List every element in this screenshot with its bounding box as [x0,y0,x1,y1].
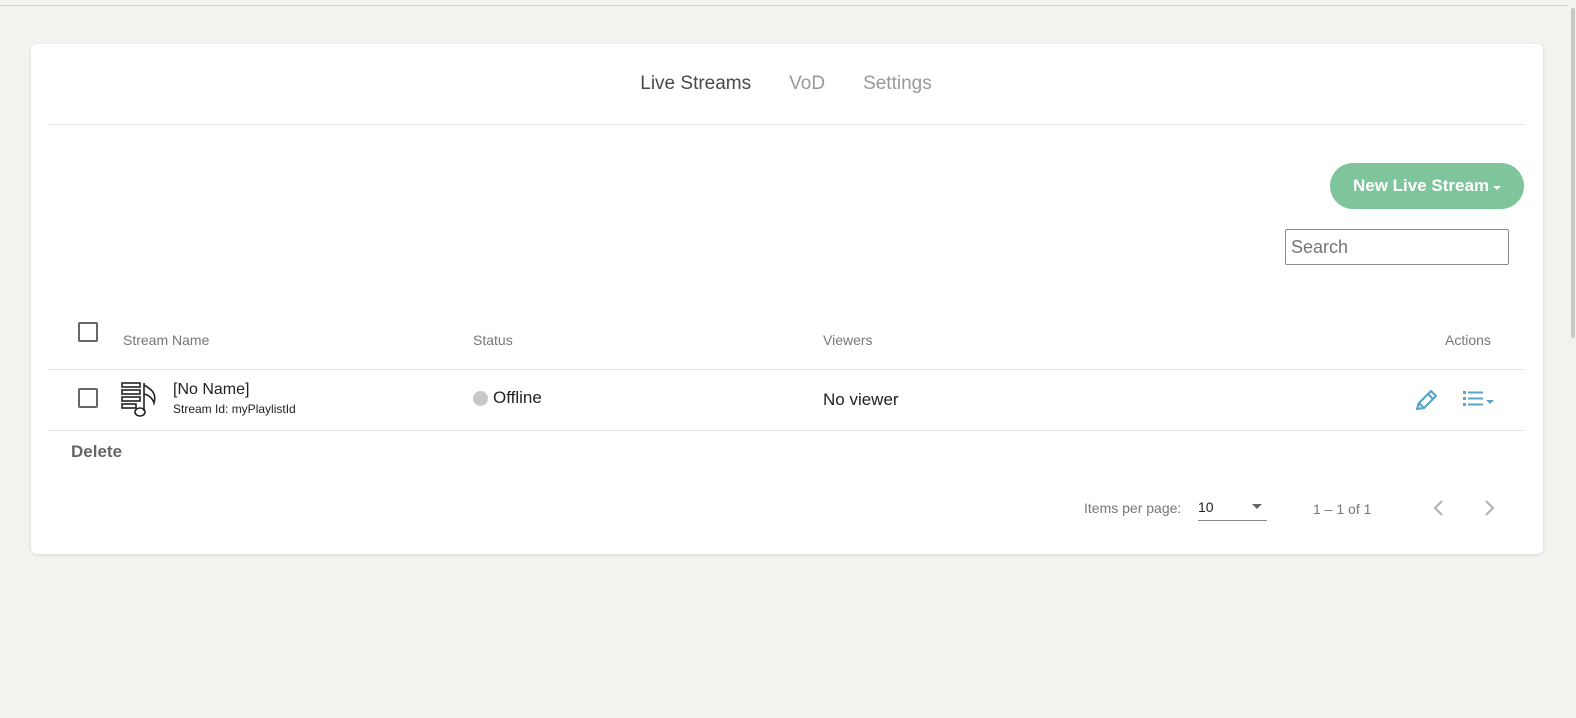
delete-button[interactable]: Delete [71,442,122,462]
tab-bar: Live Streams VoD Settings [48,44,1524,125]
actions-menu-icon[interactable] [1461,389,1495,418]
edit-pencil-icon[interactable] [1412,387,1440,420]
header-status[interactable]: Status [473,332,513,348]
header-actions: Actions [1445,332,1491,348]
items-per-page-label: Items per page: [1084,500,1182,516]
table-row: [No Name] Stream Id: myPlaylistId Offlin… [48,370,1524,431]
items-per-page-value: 10 [1198,499,1214,515]
page-range-label: 1 – 1 of 1 [1313,501,1372,517]
header-stream-name[interactable]: Stream Name [123,332,209,348]
tab-vod[interactable]: VoD [770,73,844,95]
status-cell: Offline [473,388,542,408]
items-per-page-select[interactable]: 10 [1198,496,1267,521]
scrollbar[interactable] [1568,0,1576,718]
table-header: Stream Name Status Viewers Actions [48,306,1524,370]
status-text: Offline [493,388,542,407]
streams-card: Live Streams VoD Settings New Live Strea… [31,44,1543,554]
viewers-count: No viewer [823,390,899,409]
status-indicator [473,390,488,406]
stream-id: Stream Id: myPlaylistId [173,402,296,416]
top-divider [0,5,1576,6]
stream-name-cell: [No Name] Stream Id: myPlaylistId [173,381,296,416]
header-viewers[interactable]: Viewers [823,332,873,348]
new-live-stream-button[interactable]: New Live Stream [1330,163,1524,209]
row-checkbox[interactable] [78,388,98,408]
tab-settings[interactable]: Settings [844,73,951,95]
scrollbar-thumb[interactable] [1571,8,1575,338]
playlist-icon [121,381,159,424]
previous-page-icon[interactable] [1427,496,1451,520]
chevron-down-icon [1252,504,1262,509]
next-page-icon[interactable] [1477,496,1501,520]
tab-live-streams[interactable]: Live Streams [621,73,770,95]
stream-name[interactable]: [No Name] [173,381,296,399]
search-input[interactable] [1285,229,1509,265]
select-all-checkbox[interactable] [78,322,98,342]
caret-down-icon [1493,185,1502,190]
new-live-stream-label: New Live Stream [1352,176,1490,195]
